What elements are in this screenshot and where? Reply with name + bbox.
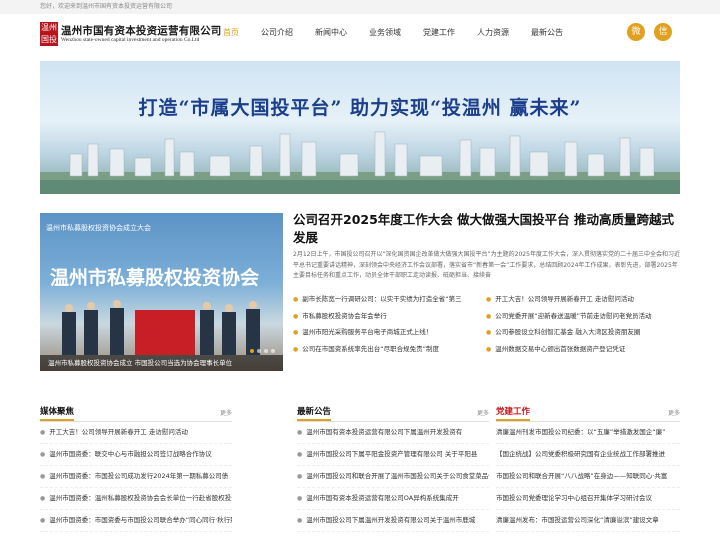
bullet-icon: ● <box>40 495 46 502</box>
headline-summary: 2月12日上午，市国投公司召开以“深化国资国企改革做大做强大国投平台”为主题的2… <box>293 251 680 279</box>
bullet-icon: ● <box>486 296 492 303</box>
hero-banner: 打造“市属大国投平台” 助力实现“投温州 赢未来” <box>40 61 680 194</box>
list-item[interactable]: ●温州市国资委：温州私募股权投资协会会长单位一行赴省股权投资行业协 <box>40 488 232 510</box>
news-row: ● 市私募股权投资协会年会举行 ● 公司党委开展“迎新春送温暖”节前走访慰问老党员活… <box>293 308 680 325</box>
nav-announcements[interactable]: 最新公告 <box>520 20 574 50</box>
announcements-column: 最新公告 更多 ● 温州市国有资本投资运营有限公司下属温州开发投资有 ● 温州市国投… <box>297 403 489 540</box>
nav-company-intro[interactable]: 公司介绍 <box>250 20 304 50</box>
bullet-icon: ● <box>486 345 492 353</box>
nav-party-building[interactable]: 党建工作 <box>412 20 466 50</box>
slider-dot[interactable] <box>271 349 275 353</box>
slider-caption[interactable]: 温州市私募股权投资协会成立 市国投公司当选为协会理事长单位 <box>40 355 283 371</box>
headline-link[interactable]: 公司召开2025年度工作大会 做大做强大国投平台 推动高质量跨越式发展 <box>293 211 680 247</box>
news-row: ● 公司在市国资系统率先出台“尽职合规免责”制度 ● 温州数据交易中心颁出首张数据资… <box>293 341 680 358</box>
slider-photo-title: 温州市私募股权投资协会成立大会 <box>46 224 151 232</box>
column-header: 媒体聚焦 更多 <box>40 403 232 422</box>
news-row: ● 温州市阳光采购服务平台电子商城正式上线！ ● 公司参股设立科创智汇基金 融入大湾… <box>293 324 680 341</box>
welcome-text: 您好，欢迎来到温州市国有资本投资运营有限公司 <box>40 3 173 10</box>
list-item[interactable]: ● 温州市国有资本投资运营有限公司OA异构系统集成开 <box>297 488 489 510</box>
list-item[interactable]: ●温州市国资委：市国资委与市国投公司联合举办“同心同行·秋行致远”户外 <box>40 510 232 532</box>
wechat-icon[interactable]: 信 <box>654 23 672 41</box>
logo-en-name: Wenzhou state-owned capital investment a… <box>61 37 200 43</box>
bullet-icon: ● <box>40 517 46 524</box>
weibo-icon[interactable]: 微 <box>627 23 645 41</box>
news-item[interactable]: ● 公司在市国资系统率先出台“尽职合规免责”制度 <box>293 341 486 358</box>
list-item[interactable]: 市国投公司党委理论学习中心组召开集体学习研讨会议 <box>496 488 680 510</box>
list-item[interactable]: 清廉温州发布：市国投运营公司深化“清廉溢滨”建设文章 <box>496 510 680 532</box>
bullet-icon: ● <box>297 451 303 458</box>
nav-news-center[interactable]: 新闻中心 <box>304 20 358 50</box>
column-title: 最新公告 <box>297 405 332 421</box>
bullet-icon: ● <box>293 312 299 320</box>
more-link[interactable]: 更多 <box>668 408 680 417</box>
bullet-icon: ● <box>293 329 299 336</box>
nav-business[interactable]: 业务领域 <box>358 20 412 50</box>
bullet-icon: ● <box>486 312 492 320</box>
column-header: 最新公告 更多 <box>297 403 489 422</box>
list-item[interactable]: ● 温州市国投公司和联合开展了温州市国投公司关于公司食堂菜品供 <box>297 466 489 488</box>
more-link[interactable]: 更多 <box>220 408 232 417</box>
list-item[interactable]: ● 温州市国资委：市国投公司成功发行2024年第一期私募公司债 <box>40 466 232 488</box>
bullet-icon: ● <box>293 345 299 353</box>
nav-home[interactable]: 首页 <box>212 20 250 50</box>
bullet-icon: ● <box>293 296 299 303</box>
news-slider[interactable]: 温州市私募股权投资协会成立大会 温州市私募股权投资协会 温州市私募股权投资协会成… <box>40 213 283 371</box>
logo-cn-name: 温州市国有资本投资运营有限公司 <box>61 25 222 37</box>
list-item[interactable]: ● 开工大吉！公司领导开展新春开工 走访慰问活动 <box>40 422 232 444</box>
bullet-icon: ● <box>40 473 46 480</box>
news-item[interactable]: ● 公司参股设立科创智汇基金 融入大湾区投资朋友圈 <box>486 324 679 341</box>
bullet-icon: ● <box>40 451 46 458</box>
list-item[interactable]: ● 温州市国投公司下属平阳金投资产管理有限公司 关于平阳县 <box>297 444 489 466</box>
slider-dots <box>250 349 275 353</box>
party-building-column: 党建工作 更多 清廉温州刊发市国投公司纪委：以“五廉”举措激发国企“廉” 【国企… <box>496 403 680 540</box>
slider-dot[interactable] <box>264 349 268 353</box>
bullet-icon: ● <box>486 329 492 336</box>
list-item[interactable]: ● 温州市国投公司下属温州开发投资有限公司关于温州市鹿城 <box>297 510 489 532</box>
news-list: ● 副市长陈宽一行调研公司：以实干实绩为打造全省“第三 ● 开工大吉！公司领导开展新… <box>293 291 680 357</box>
slider-dot[interactable] <box>250 349 254 353</box>
news-row: ● 副市长陈宽一行调研公司：以实干实绩为打造全省“第三 ● 开工大吉！公司领导开展新… <box>293 291 680 308</box>
slider-people-image <box>62 300 260 355</box>
slider-photo-banner-text: 温州市私募股权投资协会 <box>50 267 260 289</box>
news-item[interactable]: ● 温州数据交易中心颁出首张数据资产登记凭证 <box>486 341 679 358</box>
bullet-icon: ● <box>297 473 303 480</box>
news-item[interactable]: ● 开工大吉！公司领导开展新春开工 走访慰问活动 <box>486 291 679 308</box>
column-title: 媒体聚焦 <box>40 405 75 421</box>
list-item[interactable]: 【国企统战】公司党委积极研究国有企业统战工作部署推进 <box>496 444 680 466</box>
news-item[interactable]: ● 温州市阳光采购服务平台电子商城正式上线！ <box>293 324 486 341</box>
bullet-icon: ● <box>297 517 303 524</box>
bullet-icon: ● <box>40 429 46 436</box>
news-item[interactable]: ● 副市长陈宽一行调研公司：以实干实绩为打造全省“第三 <box>293 291 486 308</box>
banner-slogan: 打造“市属大国投平台” 助力实现“投温州 赢未来” <box>138 97 582 119</box>
nav-hr[interactable]: 人力资源 <box>466 20 520 50</box>
bullet-icon: ● <box>297 429 303 436</box>
more-link[interactable]: 更多 <box>477 408 489 417</box>
media-focus-column: 媒体聚焦 更多 ● 开工大吉！公司领导开展新春开工 走访慰问活动 ● 温州市国资委：… <box>40 403 232 540</box>
logo-seal-icon: 温州 国投 <box>40 22 58 46</box>
column-header: 党建工作 更多 <box>496 403 680 422</box>
top-bar: 您好，欢迎来到温州市国有资本投资运营有限公司 <box>0 0 720 14</box>
list-item[interactable]: 市国投公司和联合开展“八八战略”在身边——知联同心·共富 <box>496 466 680 488</box>
list-item[interactable]: 清廉温州刊发市国投公司纪委：以“五廉”举措激发国企“廉” <box>496 422 680 444</box>
column-title: 党建工作 <box>496 405 531 421</box>
list-item[interactable]: ● 温州市国有资本投资运营有限公司下属温州开发投资有 <box>297 422 489 444</box>
bullet-icon: ● <box>297 495 303 502</box>
slider-dot[interactable] <box>257 349 261 353</box>
news-item[interactable]: ● 公司党委开展“迎新春送温暖”节前走访慰问老党员活动 <box>486 308 679 325</box>
main-nav: 首页 公司介绍 新闻中心 业务领域 党建工作 人力资源 最新公告 <box>212 20 574 50</box>
list-item[interactable]: ● 温州市国资委：联交中心与市融担公司签订战略合作协议 <box>40 444 232 466</box>
company-logo[interactable]: 温州 国投 温州市国有资本投资运营有限公司 Wenzhou state-owned… <box>40 22 240 48</box>
news-item[interactable]: ● 市私募股权投资协会年会举行 <box>293 308 486 325</box>
header: 温州 国投 温州市国有资本投资运营有限公司 Wenzhou state-owned… <box>0 20 720 50</box>
city-skyline-image <box>40 131 680 194</box>
